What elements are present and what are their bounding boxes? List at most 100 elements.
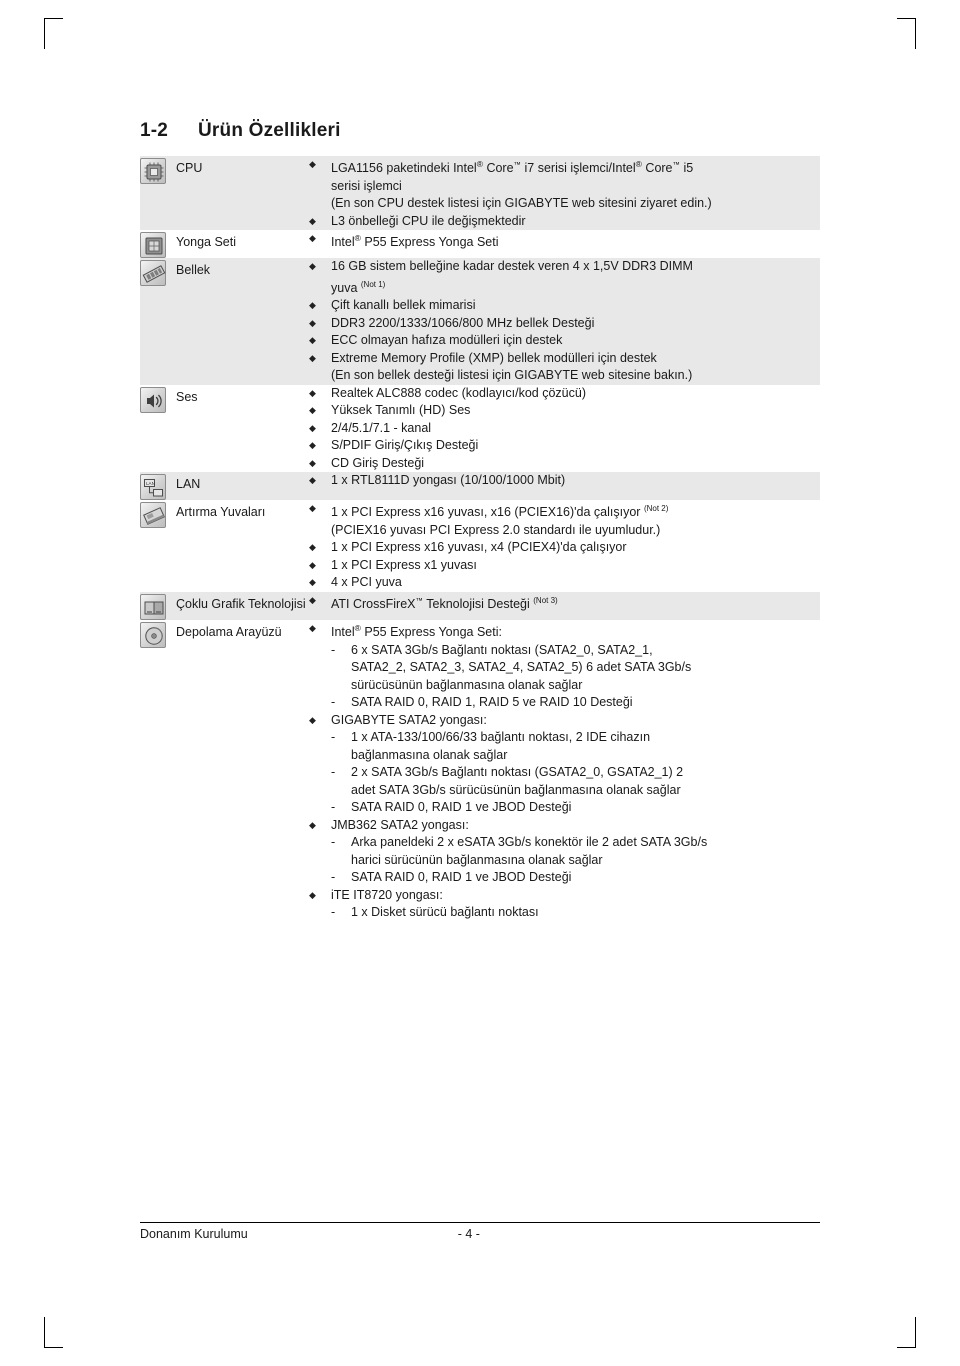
spec-sub-line: -2 x SATA 3Gb/s Bağlantı noktası (GSATA2… [306, 764, 820, 782]
spec-row-label: Yonga Seti [176, 235, 237, 250]
spec-row-body-cell: ◆ Realtek ALC888 codec (kodlayıcı/kod çöz… [306, 385, 820, 473]
spec-row-icon-cell [140, 592, 176, 620]
spec-row-label: Ses [176, 389, 198, 404]
dash-marker: - [331, 642, 336, 657]
spec-entry-line: ◆ S/PDIF Giriş/Çıkış Desteği [306, 437, 820, 455]
spec-sub-text: 1 x ATA-133/100/66/33 bağlantı noktası, … [351, 730, 651, 745]
bullet-icon: ◆ [309, 335, 316, 346]
spec-sub-text: SATA RAID 0, RAID 1, RAID 5 ve RAID 10 D… [351, 695, 633, 710]
spec-entry-text: DDR3 2200/1333/1066/800 MHz bellek Deste… [331, 315, 595, 330]
spec-row-label: CPU [176, 161, 203, 175]
bullet-icon: ◆ [309, 233, 316, 244]
spec-entry-line: ◆ iTE IT8720 yongası: [306, 887, 820, 905]
spec-sub-text: Arka paneldeki 2 x eSATA 3Gb/s konektör … [351, 835, 708, 850]
spec-entry-line: ◆ Yüksek Tanımlı (HD) Ses [306, 402, 820, 420]
spec-row: Artırma Yuvaları ◆ 1 x PCI Express x16 yuv… [140, 500, 820, 592]
spec-sub-line: -1 x Disket sürücü bağlantı noktası [306, 904, 820, 922]
spec-row-body-cell: ◆ Intel® P55 Express Yonga Seti: -6 x SATA… [306, 620, 820, 922]
chipset-icon [140, 232, 166, 259]
bullet-icon: ◆ [309, 594, 316, 605]
spec-row-icon-cell [140, 620, 176, 922]
spec-entry-line: ◆ Extreme Memory Profile (XMP) bellek mod… [306, 350, 820, 368]
spec-sub-text: harici sürücünün bağlanmasına olanak sağ… [351, 852, 603, 867]
spec-sub-line: -1 x ATA-133/100/66/33 bağlantı noktası,… [306, 729, 820, 747]
spec-row-icon-cell [140, 385, 176, 473]
dash-marker: - [331, 695, 336, 710]
lan-icon: LAN [140, 474, 166, 501]
bullet-icon: ◆ [309, 317, 316, 328]
spec-sub-line: - SATA RAID 0, RAID 1 ve JBOD Desteği [306, 869, 820, 887]
spec-row-label-cell: CPU [176, 156, 306, 230]
spec-sub-text: 6 x SATA 3Gb/s Bağlantı noktası (SATA2_0… [351, 642, 653, 657]
spec-entry-text: serisi işlemci [331, 178, 402, 193]
bullet-icon: ◆ [309, 405, 316, 416]
spec-entry-text: Çift kanallı bellek mimarisi [331, 298, 476, 313]
spec-sub-wrap: adet SATA 3Gb/s sürücüsünün bağlanmasına… [331, 782, 681, 800]
bullet-icon: ◆ [309, 475, 316, 486]
spec-entry-line: ◆ ATI CrossFireX™ Teknolojisi Desteği (No… [306, 592, 820, 614]
spec-sub-text: 2 x SATA 3Gb/s Bağlantı noktası (GSATA2_… [351, 765, 684, 780]
spec-entry-line: ◆ 1 x PCI Express x16 yuvası, x16 (PCIEX1… [306, 500, 820, 522]
spec-row-body-cell: ◆ ATI CrossFireX™ Teknolojisi Desteği (No… [306, 592, 820, 620]
crop-mark-top-right [897, 18, 916, 49]
spec-sub-line: harici sürücünün bağlanmasına olanak sağ… [306, 852, 820, 870]
crop-mark-bottom-right [897, 1317, 916, 1348]
bullet-icon: ◆ [309, 819, 316, 830]
spec-entry-line: ◆ CD Giriş Desteği [306, 455, 820, 473]
spec-row-icon-cell [140, 500, 176, 592]
bullet-icon: ◆ [309, 261, 316, 272]
spec-row: CPU ◆ LGA1156 paketindeki Intel® Core™ i7 … [140, 156, 820, 231]
spec-row-label: LAN [176, 477, 201, 492]
spec-row: Ses ◆ Realtek ALC888 codec (kodlayıcı/kod … [140, 384, 820, 473]
spec-row-body-cell: ◆ 1 x RTL8111D yongası (10/100/1000 Mbit) [306, 472, 820, 500]
bullet-icon: ◆ [309, 387, 316, 398]
spec-sub-wrap: -1 x Disket sürücü bağlantı noktası [331, 904, 539, 922]
dash-marker: - [331, 835, 336, 850]
spec-row-body-cell: ◆ 16 GB sistem belleğine kadar destek ver… [306, 258, 820, 385]
spec-entry-text: (PCIEX16 yuvası PCI Express 2.0 standard… [331, 522, 661, 537]
spec-sub-wrap: - Arka paneldeki 2 x eSATA 3Gb/s konektör… [331, 834, 707, 852]
expansion-icon [140, 502, 166, 529]
spec-row-body-cell: ◆ LGA1156 paketindeki Intel® Core™ i7 ser… [306, 156, 820, 230]
svg-text:LAN: LAN [146, 481, 155, 486]
spec-row: Yonga Seti ◆ Intel® P55 Express Yonga Seti [140, 230, 820, 259]
spec-entry-line: ◆ GIGABYTE SATA2 yongası: [306, 712, 820, 730]
spec-entry-line: ◆ ECC olmayan hafıza modülleri için deste… [306, 332, 820, 350]
spec-entry-line: ◆ Intel® P55 Express Yonga Seti [306, 230, 820, 252]
spec-row-label-cell: Depolama Arayüzü [176, 620, 306, 922]
bullet-icon: ◆ [309, 889, 316, 900]
spec-entry-text: Intel® P55 Express Yonga Seti [331, 233, 499, 250]
bullet-icon: ◆ [309, 300, 316, 311]
page-title: 1-2 Ürün Özellikleri [140, 120, 820, 142]
spec-sub-text: SATA2_2, SATA2_3, SATA2_4, SATA2_5) 6 ad… [351, 660, 692, 675]
spec-sub-text: SATA RAID 0, RAID 1 ve JBOD Desteği [351, 870, 572, 885]
spec-entry-line: ◆ 1 x PCI Express x16 yuvası, x4 (PCIEX4)… [306, 539, 820, 557]
spec-row-label-cell: Artırma Yuvaları [176, 500, 306, 592]
spec-entry-line: (En son bellek desteği listesi için GIGA… [306, 367, 820, 385]
spec-entry-text: GIGABYTE SATA2 yongası: [331, 712, 487, 727]
spec-sub-text: 1 x Disket sürücü bağlantı noktası [351, 905, 539, 920]
spec-entry-text: 4 x PCI yuva [331, 575, 402, 590]
spec-entry-text: S/PDIF Giriş/Çıkış Desteği [331, 438, 479, 453]
spec-entry-line: ◆ 1 x PCI Express x1 yuvası [306, 557, 820, 575]
spec-entry-text: JMB362 SATA2 yongası: [331, 817, 469, 832]
storage-icon [140, 621, 166, 648]
spec-row-body-cell: ◆ 1 x PCI Express x16 yuvası, x16 (PCIEX1… [306, 500, 820, 592]
spec-entry-line: (En son CPU destek listesi için GIGABYTE… [306, 195, 820, 213]
spec-sub-wrap: - SATA RAID 0, RAID 1 ve JBOD Desteği [331, 799, 571, 817]
spec-row: Bellek ◆ 16 GB sistem belleğine kadar dest… [140, 258, 820, 385]
spec-entry-text: ECC olmayan hafıza modülleri için destek [331, 333, 563, 348]
spec-row-label-cell: Çoklu Grafik Teknolojisi [176, 592, 306, 620]
spec-entry-line: ◆ JMB362 SATA2 yongası: [306, 817, 820, 835]
dash-marker: - [331, 800, 336, 815]
spec-row-label: Bellek [176, 263, 211, 278]
spec-sub-line: -6 x SATA 3Gb/s Bağlantı noktası (SATA2_… [306, 642, 820, 660]
bullet-icon: ◆ [309, 440, 316, 451]
audio-icon [140, 386, 166, 413]
spec-entry-text: Realtek ALC888 codec (kodlayıcı/kod çözü… [331, 385, 586, 400]
spec-entry-text: 1 x PCI Express x1 yuvası [331, 557, 477, 572]
bullet-icon: ◆ [309, 352, 316, 363]
spec-entry-line: serisi işlemci [306, 178, 820, 196]
bullet-icon: ◆ [309, 215, 316, 226]
bullet-icon: ◆ [309, 503, 316, 514]
